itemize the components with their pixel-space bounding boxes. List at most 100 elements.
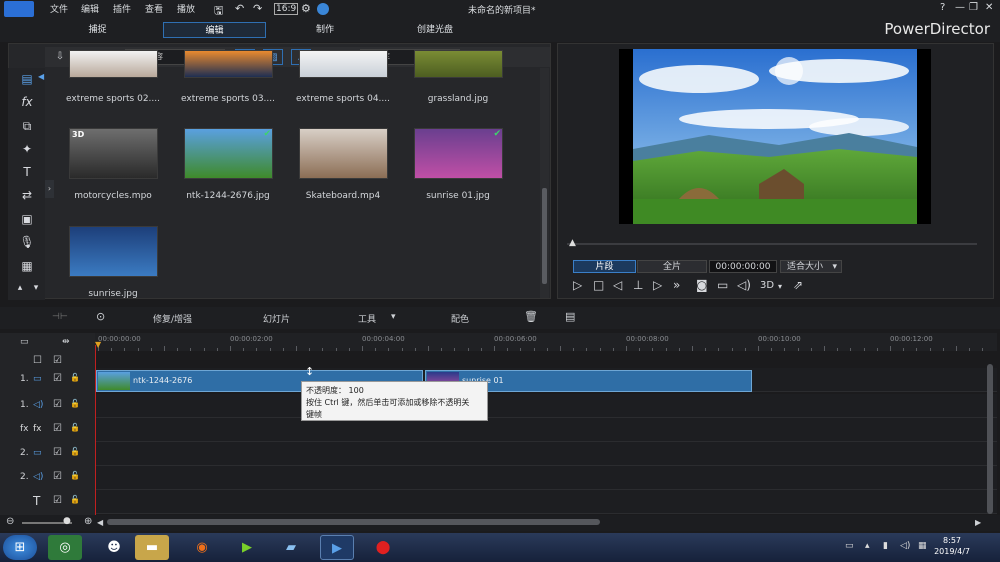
minimize-button[interactable]: — (955, 2, 965, 13)
media-thumbnail[interactable] (69, 226, 158, 277)
tray-network-icon[interactable]: ▦ (918, 541, 927, 551)
preview-seek-slider[interactable] (567, 243, 977, 245)
3d-dropdown-icon[interactable]: ▾ (778, 282, 782, 291)
help-button[interactable]: ? (940, 2, 945, 13)
title-room-icon[interactable]: T (18, 164, 36, 180)
fix-enhance-button[interactable]: 修复/增强 (153, 312, 192, 325)
voice-over-mic-icon[interactable]: 🎙 (18, 234, 36, 250)
timeline-track[interactable] (95, 442, 997, 466)
media-thumbnail[interactable] (414, 50, 503, 78)
chevron-down-icon[interactable]: ▾ (391, 312, 396, 322)
tab-capture[interactable]: 捕捉 (60, 22, 135, 38)
app-camtasia-icon[interactable]: ▶ (230, 535, 264, 560)
media-thumbnail[interactable] (299, 50, 388, 78)
restore-button[interactable]: ❐ (969, 2, 978, 13)
split-marker-icon[interactable]: ⊥ (633, 278, 643, 292)
track-enable-checkbox[interactable]: ☑ (53, 399, 62, 410)
media-thumbnail[interactable]: ✔ (184, 128, 273, 179)
track-lock-icon[interactable]: 🔓 (70, 447, 80, 456)
scroll-down-icon[interactable]: ▾ (27, 280, 45, 296)
close-button[interactable]: ✕ (985, 2, 993, 13)
chapter-room-icon[interactable]: ▦ (18, 258, 36, 274)
scroll-left-icon[interactable]: ◀ (97, 518, 103, 527)
split-icon[interactable]: ⊣⊢ (52, 312, 68, 322)
select-all-checkbox[interactable]: ☐ (33, 355, 42, 366)
track-enable-checkbox[interactable]: ☑ (53, 471, 62, 482)
playhead[interactable] (95, 345, 96, 518)
fast-forward-icon[interactable]: » (673, 278, 680, 292)
media-thumbnail[interactable] (299, 128, 388, 179)
fit-timeline-icon[interactable]: ⇹ (62, 337, 70, 347)
previous-frame-icon[interactable]: ◁ (613, 278, 622, 292)
media-room-icon[interactable]: ▤ (18, 71, 36, 87)
collapse-arrow-icon[interactable]: ◀ (38, 72, 44, 81)
timeline-track[interactable] (95, 490, 997, 514)
app-file-explorer-icon[interactable]: ▬ (135, 535, 169, 560)
tools-button[interactable]: 工具 (358, 312, 376, 325)
media-thumbnail[interactable]: 3D (69, 128, 158, 179)
zoom-slider-knob-icon[interactable]: ● (63, 516, 71, 526)
audio-mixing-icon[interactable]: ▣ (18, 211, 36, 227)
track-enable-checkbox[interactable]: ☑ (53, 423, 62, 434)
app-notes-icon[interactable]: ▰ (274, 535, 308, 560)
3d-mode-button[interactable]: 3D (760, 280, 774, 291)
subtitles-icon[interactable]: ▭ (717, 278, 728, 292)
media-thumbnail[interactable] (184, 50, 273, 78)
stop-icon[interactable]: □ (593, 278, 604, 292)
redo-icon[interactable]: ↷ (253, 2, 262, 15)
tray-expand-icon[interactable]: ▴ (865, 541, 870, 551)
library-scroll-thumb[interactable] (542, 188, 547, 284)
fit-size-dropdown[interactable]: 适合大小 ▾ (780, 260, 842, 273)
enable-all-checkbox[interactable]: ☑ (53, 355, 62, 366)
timeline-track[interactable] (95, 466, 997, 490)
track-lock-icon[interactable]: 🔓 (70, 373, 80, 382)
menu-file[interactable]: 文件 (50, 2, 68, 15)
particle-room-icon[interactable]: ✦ (18, 141, 36, 157)
tab-produce[interactable]: 制作 (290, 22, 360, 38)
track-lock-icon[interactable]: 🔓 (70, 471, 80, 480)
trash-icon[interactable]: 🗑 (524, 310, 538, 323)
timeline-ruler[interactable]: 00:00:00:00 00:00:02:00 00:00:04:00 00:00:0… (95, 333, 997, 351)
aspect-ratio-icon[interactable]: 16:9 (274, 3, 299, 15)
undock-preview-icon[interactable]: ⇗ (793, 278, 803, 292)
snapshot-camera-icon[interactable]: ◙ (696, 278, 708, 292)
scroll-right-icon[interactable]: ▶ (975, 518, 981, 527)
settings-gear-icon[interactable]: ⚙ (301, 2, 311, 15)
track-enable-checkbox[interactable]: ☑ (53, 495, 62, 506)
media-thumbnail[interactable] (69, 50, 158, 78)
track-lock-icon[interactable]: 🔓 (70, 423, 80, 432)
timeline-horizontal-scrollbar[interactable] (107, 519, 600, 525)
menu-view[interactable]: 查看 (145, 2, 163, 15)
media-thumbnail[interactable]: ✔ (414, 128, 503, 179)
playhead-marker-icon[interactable]: ▼ (95, 340, 101, 349)
tab-create-disc[interactable]: 创建光盘 (395, 22, 475, 38)
account-icon[interactable] (317, 3, 329, 15)
app-powerdirector-icon[interactable]: ▶ (320, 535, 354, 560)
color-match-button[interactable]: 配色 (451, 312, 469, 325)
tray-usb-icon[interactable]: ▮ (883, 541, 888, 551)
import-media-icon[interactable]: ⇩ (49, 49, 71, 65)
timeline-vertical-scrollbar[interactable] (987, 364, 993, 514)
transition-room-icon[interactable]: ⇄ (18, 187, 36, 203)
timeline-track[interactable] (95, 418, 997, 442)
menu-edit[interactable]: 编辑 (81, 2, 99, 15)
expand-panel-icon[interactable]: › (45, 180, 54, 198)
timeline-view-icon[interactable]: ▭ (20, 337, 29, 347)
menu-plugins[interactable]: 插件 (113, 2, 131, 15)
track-lock-icon[interactable]: 🔓 (70, 399, 80, 408)
app-qq-icon[interactable]: ☻ (97, 535, 131, 560)
zoom-out-icon[interactable]: ⊖ (6, 516, 14, 527)
fx-room-icon[interactable]: fx (18, 94, 36, 110)
clip-list-icon[interactable]: ▤ (565, 310, 575, 323)
circle-tools-icon[interactable]: ⊙ (96, 310, 105, 323)
movie-mode-button[interactable]: 全片 (637, 260, 707, 273)
undo-icon[interactable]: ↶ (235, 2, 244, 15)
pip-room-icon[interactable]: ⧉ (18, 118, 36, 134)
library-scrollbar[interactable] (540, 68, 549, 298)
tab-edit[interactable]: 编辑 (163, 22, 266, 38)
track-enable-checkbox[interactable]: ☑ (53, 447, 62, 458)
next-frame-icon[interactable]: ▷ (653, 278, 662, 292)
clip-mode-button[interactable]: 片段 (573, 260, 636, 273)
tray-keyboard-icon[interactable]: ▭ (845, 541, 854, 551)
tray-volume-icon[interactable]: ◁) (900, 541, 910, 551)
